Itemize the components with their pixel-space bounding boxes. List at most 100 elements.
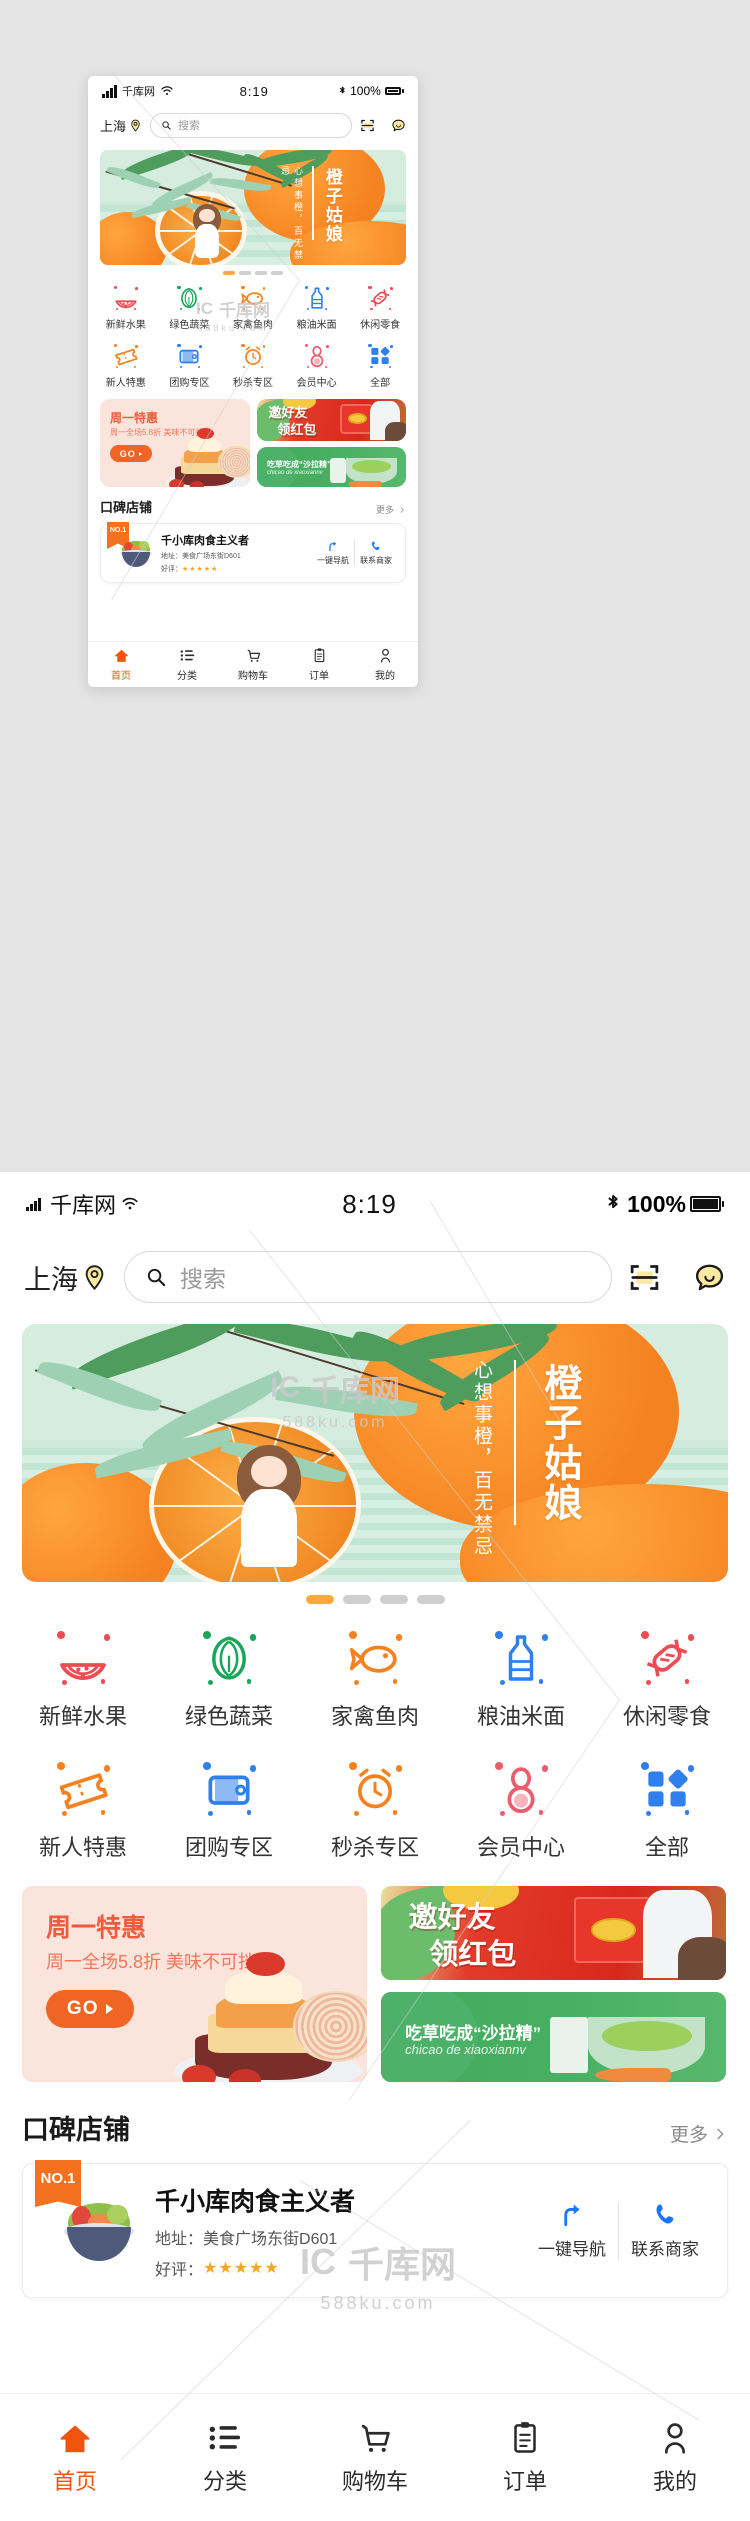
promo-invite-friends[interactable]: 邀好友 领红包 (256, 399, 406, 442)
navigate-label: 一键导航 (317, 556, 349, 565)
promo-row: 周一特惠 周一全场5.8折 美味不可挡 GO 邀好友 领红包 吃草吃成“沙拉精” chica… (88, 389, 418, 487)
list-icon (179, 647, 196, 664)
category-item-秒杀专区[interactable]: 秒杀专区 (302, 1761, 448, 1862)
promo-salad[interactable]: 吃草吃成“沙拉精” chicao de xiaoxiannv (381, 1992, 726, 2082)
hero-divider (312, 166, 315, 240)
category-item-休闲零食[interactable]: 休闲零食 (348, 285, 412, 331)
promo-monday-special[interactable]: 周一特惠 周一全场5.8折 美味不可挡 GO (22, 1886, 367, 2082)
category-item-绿色蔬菜[interactable]: 绿色蔬菜 (158, 285, 222, 331)
bottom-tab-bar: 首页 分类 购物车 订单 我的 (88, 641, 418, 687)
category-item-会员中心[interactable]: 会员中心 (448, 1761, 594, 1862)
more-link[interactable]: 更多 (670, 2120, 728, 2147)
hero-banner[interactable]: 橙子姑娘 心想事橙，百无禁忌 (22, 1324, 728, 1582)
phone-preview-large: 千库网 8:19 100% 上海 搜索橙子姑娘 心想事橙，百无禁忌新鲜水果 绿色蔬菜 家禽鱼肉… (0, 1172, 750, 2521)
carousel-dot[interactable] (271, 271, 283, 275)
category-item-全部[interactable]: 全部 (594, 1761, 740, 1862)
hero-banner[interactable]: 橙子姑娘 心想事橙，百无禁忌 (100, 150, 406, 265)
search-icon (145, 1266, 168, 1289)
carousel-dot[interactable] (305, 1595, 334, 1604)
tab-分类[interactable]: 分类 (150, 2394, 300, 2521)
more-label: 更多 (669, 2125, 708, 2146)
message-bubble-icon[interactable] (391, 118, 406, 133)
category-item-秒杀专区[interactable]: 秒杀专区 (221, 343, 285, 389)
carousel-dot[interactable] (416, 1595, 445, 1604)
category-item-新鲜水果[interactable]: 新鲜水果 (94, 285, 158, 331)
contact-button[interactable]: 联系商家 (619, 2201, 711, 2260)
category-item-全部[interactable]: 全部 (348, 343, 412, 389)
tab-我的[interactable]: 我的 (352, 642, 418, 687)
promo-go-button[interactable]: GO (110, 445, 152, 462)
category-item-家禽鱼肉[interactable]: 家禽鱼肉 (221, 285, 285, 331)
promo-invite-line2: 领红包 (429, 1939, 517, 1972)
category-item-粮油米面[interactable]: 粮油米面 (448, 1630, 594, 1731)
oil-bottle-icon (304, 285, 330, 311)
navigation-arrow-icon (559, 2201, 586, 2228)
girl-illustration (199, 208, 215, 223)
promo-go-label: GO (119, 448, 136, 459)
search-input[interactable]: 搜索 (124, 1251, 612, 1303)
tab-购物车[interactable]: 购物车 (300, 2394, 450, 2521)
shop-card[interactable]: NO.1 千小库肉食主义者 地址：美食广场东街D601 好评： ★★★★★ 一键导航 联系商… (22, 2160, 728, 2298)
tab-首页[interactable]: 首页 (0, 2394, 150, 2521)
tab-订单[interactable]: 订单 (450, 2394, 600, 2521)
category-label: 会员中心 (296, 378, 337, 389)
scan-code-icon[interactable] (360, 118, 375, 133)
tab-我的[interactable]: 我的 (600, 2394, 750, 2521)
category-item-家禽鱼肉[interactable]: 家禽鱼肉 (302, 1630, 448, 1731)
carousel-dot[interactable] (223, 271, 235, 275)
status-bar: 千库网 8:19 100% (0, 1172, 750, 1236)
shop-card[interactable]: NO.1 千小库肉食主义者 地址：美食广场东街D601 好评： ★★★★★ 一键导航 联系商… (100, 522, 406, 583)
cake-illustration (160, 424, 250, 487)
person-decoration (385, 421, 406, 442)
navigate-button[interactable]: 一键导航 (526, 2201, 618, 2260)
city-selector[interactable]: 上海 (24, 1258, 108, 1297)
chevron-right-icon (712, 2126, 728, 2142)
category-item-新鲜水果[interactable]: 新鲜水果 (10, 1630, 156, 1731)
city-selector[interactable]: 上海 (100, 116, 142, 135)
promo-monday-special[interactable]: 周一特惠 周一全场5.8折 美味不可挡 GO (100, 399, 250, 487)
category-label: 家禽鱼肉 (232, 320, 273, 331)
message-bubble-icon[interactable] (693, 1261, 726, 1294)
phone-icon (370, 540, 382, 552)
category-label: 新鲜水果 (105, 320, 146, 331)
cart-icon (356, 2419, 394, 2457)
promo-invite-line1: 邀好友 (408, 1901, 496, 1934)
tab-分类[interactable]: 分类 (154, 642, 220, 687)
category-label: 秒杀专区 (232, 378, 273, 389)
category-item-团购专区[interactable]: 团购专区 (156, 1761, 302, 1862)
carousel-dot[interactable] (255, 271, 267, 275)
category-item-团购专区[interactable]: 团购专区 (158, 343, 222, 389)
promo-go-button[interactable]: GO (46, 1990, 134, 2028)
candy-icon (367, 285, 393, 311)
carousel-dot[interactable] (239, 271, 251, 275)
chevron-right-icon (139, 451, 143, 456)
tab-label: 订单 (309, 671, 329, 682)
more-link[interactable]: 更多 (376, 503, 406, 516)
address-label: 地址： (155, 2230, 204, 2248)
scan-code-icon[interactable] (628, 1261, 661, 1294)
tab-首页[interactable]: 首页 (88, 642, 154, 687)
all-grid-icon (367, 343, 393, 369)
contact-label: 联系商家 (360, 556, 392, 565)
promo-invite-friends[interactable]: 邀好友领红包 (381, 1886, 726, 1981)
category-item-新人特惠[interactable]: 新人特惠 (10, 1761, 156, 1862)
category-item-绿色蔬菜[interactable]: 绿色蔬菜 (156, 1630, 302, 1731)
all-grid-icon (639, 1761, 695, 1817)
navigate-button[interactable]: 一键导航 (312, 540, 354, 566)
tab-label: 我的 (375, 671, 395, 682)
category-item-粮油米面[interactable]: 粮油米面 (285, 285, 349, 331)
category-item-新人特惠[interactable]: 新人特惠 (94, 343, 158, 389)
tab-订单[interactable]: 订单 (286, 642, 352, 687)
carousel-dot[interactable] (379, 1595, 408, 1604)
promo-salad[interactable]: 吃草吃成“沙拉精” chicao de xiaoxiannv (256, 447, 406, 487)
category-item-会员中心[interactable]: 会员中心 (285, 343, 349, 389)
home-icon (113, 647, 130, 664)
carousel-dot[interactable] (342, 1595, 371, 1604)
category-item-休闲零食[interactable]: 休闲零食 (594, 1630, 740, 1731)
search-input[interactable]: 搜索 (150, 112, 352, 138)
contact-button[interactable]: 联系商家 (355, 540, 397, 566)
address-label: 地址： (161, 553, 182, 560)
tab-购物车[interactable]: 购物车 (220, 642, 286, 687)
wifi-icon (161, 85, 173, 97)
hero-divider (514, 1360, 517, 1526)
